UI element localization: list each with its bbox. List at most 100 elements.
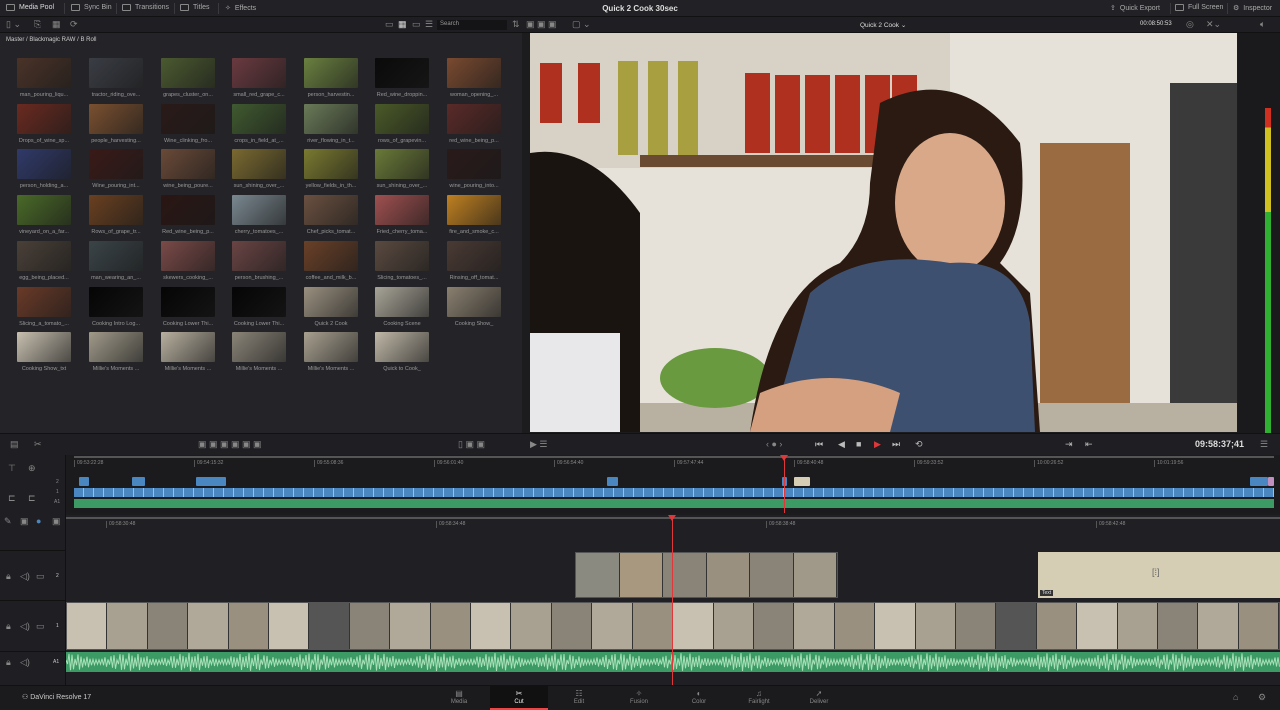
bin-icon[interactable]: ▦	[52, 19, 61, 30]
loop-icon[interactable]: ⟲	[915, 439, 923, 450]
overview-clip[interactable]	[79, 477, 89, 486]
search-input[interactable]: Search	[437, 20, 507, 30]
media-clip[interactable]: Slicing_tomatoes_...	[375, 240, 429, 281]
media-clip[interactable]: sun_shining_over_...	[375, 149, 429, 189]
scissors-icon[interactable]: ✂	[34, 439, 42, 450]
volume-icon[interactable]: 🔈︎	[1260, 19, 1265, 30]
media-clip[interactable]: Cooking Scene	[375, 286, 429, 327]
media-clip[interactable]: Rinsing_off_tomat...	[447, 240, 501, 281]
transform-icon[interactable]: ✕⌄	[1206, 19, 1221, 30]
media-clip[interactable]: small_red_grape_c...	[232, 58, 286, 98]
media-clip[interactable]: Rows_of_grape_tr...	[89, 195, 143, 235]
audio-clip-a1[interactable]	[65, 652, 1280, 672]
overview-clip[interactable]	[794, 477, 810, 486]
overview-tool-icon[interactable]: ⊏	[8, 493, 16, 504]
timeline-selector[interactable]: Quick 2 Cook ⌄	[860, 21, 906, 29]
overview-tool-2-icon[interactable]: ⊏	[28, 493, 36, 504]
jog-icon[interactable]: ‹ ● ›	[766, 439, 782, 449]
overview-clip[interactable]	[1250, 477, 1268, 486]
zoom-icon[interactable]: ▣	[20, 516, 29, 527]
media-clip[interactable]: coffee_and_milk_b...	[304, 240, 358, 281]
media-clip[interactable]: skewers_cooking_...	[161, 240, 215, 281]
mark-in-icon[interactable]: ⇥	[1065, 439, 1073, 450]
filmstrip-view-icon[interactable]: ▭	[412, 19, 421, 30]
media-clip[interactable]: person_holding_a...	[17, 149, 71, 189]
media-clip[interactable]: rows_of_grapevin...	[375, 103, 429, 144]
media-clip[interactable]: yellow_fields_in_th...	[304, 149, 358, 189]
media-clip[interactable]: Wine_pouring_int...	[89, 149, 143, 189]
clip-v1[interactable]	[66, 602, 1280, 650]
clip-v2[interactable]	[575, 552, 838, 598]
viewer[interactable]	[530, 33, 1237, 432]
media-clip[interactable]: Cooking Lower Thi...	[161, 286, 215, 327]
viewer-mode-icon[interactable]: ▣ ▣ ▣	[526, 19, 557, 30]
audio-scrub-icon[interactable]: ●	[36, 516, 41, 526]
mark-out-icon[interactable]: ⇤	[1085, 439, 1093, 450]
inspector-button[interactable]: ⚙ Inspector	[1233, 4, 1272, 13]
edit-mode-icons[interactable]: ▯ ▣ ▣	[458, 439, 485, 450]
media-clip[interactable]: woman_opening_...	[447, 58, 501, 98]
timeline-options-icon[interactable]: ▣	[52, 516, 61, 527]
playhead[interactable]	[672, 515, 673, 685]
media-clip[interactable]: person_harvestin...	[304, 58, 358, 98]
snap-icon[interactable]: ✎	[4, 516, 12, 527]
page-tab-fairlight[interactable]: ♫ Fairlight	[730, 686, 788, 710]
media-clip[interactable]: Cooking Intro Log...	[89, 286, 143, 327]
media-clip[interactable]: Red_wine_being_p...	[161, 195, 215, 235]
quick-export-button[interactable]: ⇪ Quick Export	[1110, 4, 1160, 13]
media-clip[interactable]: Millie's Moments ...	[161, 332, 215, 372]
media-clip[interactable]: grapes_cluster_on...	[161, 58, 215, 98]
home-icon[interactable]: ⌂	[1233, 692, 1238, 702]
page-tab-fusion[interactable]: ✧ Fusion	[610, 686, 668, 710]
media-clip[interactable]: wine_pouring_into...	[447, 149, 501, 189]
playback-settings-icon[interactable]: ◎	[1186, 19, 1194, 30]
media-clip[interactable]: Quick to Cook_	[375, 332, 429, 372]
page-tab-deliver[interactable]: ➚ Deliver	[790, 686, 848, 710]
lock-icon[interactable]: 🔒︎	[6, 571, 11, 582]
media-clip[interactable]: river_flowing_in_t...	[304, 103, 358, 144]
menu-icon[interactable]: ☰	[1260, 439, 1268, 450]
reverse-icon[interactable]: ◀	[838, 439, 845, 450]
page-tab-cut[interactable]: ✂ Cut	[490, 686, 548, 710]
media-clip[interactable]: cherry_tomatoes_...	[232, 195, 286, 235]
page-tab-media[interactable]: ▤ Media	[430, 686, 488, 710]
grid-view-icon[interactable]: ▦	[398, 19, 407, 30]
timeline-overview[interactable]: 09:53:22:28 09:54:15:32 09:55:08:36 09:56:0…	[66, 455, 1280, 513]
go-to-end-icon[interactable]: ⏭	[892, 439, 900, 450]
play-icon[interactable]: ▶	[874, 439, 881, 450]
media-clip[interactable]: egg_being_placed...	[17, 240, 71, 281]
audio-icon[interactable]: ◁)	[20, 657, 30, 668]
page-tab-color[interactable]: ◐ Color	[670, 686, 728, 710]
media-clip[interactable]: person_brushing_...	[232, 240, 286, 281]
monitor-icon[interactable]: ▭	[36, 571, 45, 582]
media-clip[interactable]: sun_shining_over_...	[232, 149, 286, 189]
full-screen-button[interactable]: Full Screen	[1175, 4, 1223, 11]
sync-icon[interactable]: ⟳	[70, 19, 78, 30]
media-clip[interactable]: man_pouring_liqu...	[17, 58, 71, 98]
track-tool-icon[interactable]: ⊤	[8, 463, 16, 474]
import-icon[interactable]: ⎘	[34, 19, 41, 30]
media-clip[interactable]: wine_being_poure...	[161, 149, 215, 189]
lock-icon[interactable]: 🔒︎	[6, 621, 11, 632]
media-clip[interactable]: Millie's Moments ...	[304, 332, 358, 372]
stop-icon[interactable]: ■	[856, 439, 861, 449]
media-clip[interactable]: Cooking Lower Thi...	[232, 286, 286, 327]
audio-icon[interactable]: ◁)	[20, 571, 30, 582]
media-clip[interactable]: red_wine_being_p...	[447, 103, 501, 144]
overview-clip[interactable]	[1268, 477, 1274, 486]
overview-clip[interactable]	[607, 477, 618, 486]
blade-icon[interactable]: ▤	[10, 439, 19, 450]
audio-icon[interactable]: ◁)	[20, 621, 30, 632]
media-clip[interactable]: Wine_clinking_fro...	[161, 103, 215, 144]
media-clip[interactable]: Fried_cherry_toma...	[375, 195, 429, 235]
media-clip[interactable]: Quick 2 Cook	[304, 286, 358, 327]
monitor-icon[interactable]: ▭	[36, 621, 45, 632]
page-tab-edit[interactable]: ☷ Edit	[550, 686, 608, 710]
title-clip[interactable]: [⁞] Text	[1038, 552, 1280, 598]
media-clip[interactable]: fire_and_smoke_c...	[447, 195, 501, 235]
sidebar-toggle-icon[interactable]: ▯ ⌄	[6, 19, 21, 30]
media-clip[interactable]: Red_wine_droppin...	[375, 58, 429, 98]
overview-clip[interactable]	[132, 477, 145, 486]
media-clip[interactable]: Slicing_a_tomato_...	[17, 286, 71, 327]
media-clip[interactable]: Drops_of_wine_sp...	[17, 103, 71, 144]
